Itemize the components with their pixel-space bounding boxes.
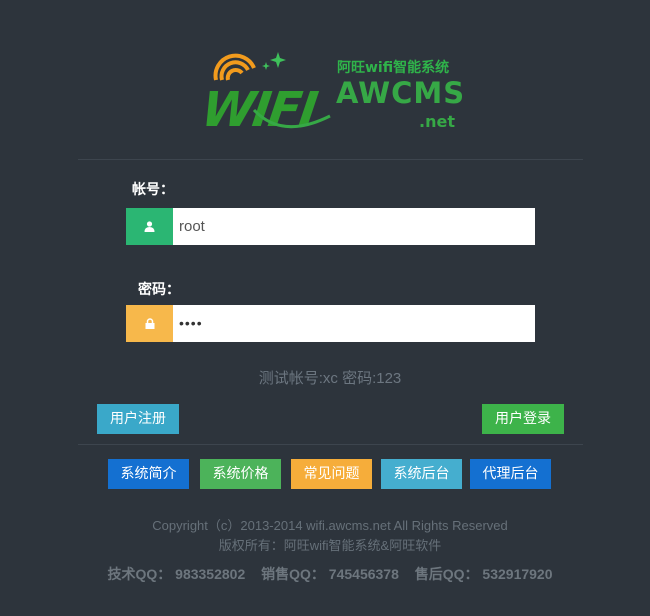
copyright-text: Copyright（c）2013-2014 wifi.awcms.net All… (152, 518, 508, 533)
support-qq: 技术QQ： 983352802 (107, 566, 246, 582)
after-sales-qq: 售后QQ： 532917920 (414, 566, 553, 582)
logo-domain: .net (419, 112, 455, 131)
username-addon (126, 208, 173, 245)
contact-line: 技术QQ： 983352802 销售QQ： 745456378 售后QQ： 53… (0, 564, 650, 584)
logo-tagline: 阿旺wifi智能系统 (337, 60, 450, 76)
nav-system-price[interactable]: 系统价格 (200, 459, 281, 489)
nav-system-intro[interactable]: 系统简介 (108, 459, 189, 489)
nav-agent-admin[interactable]: 代理后台 (470, 459, 551, 489)
username-input[interactable] (173, 208, 535, 245)
nav-faq[interactable]: 常见问题 (291, 459, 372, 489)
site-logo: WIFI 阿旺wifi智能系统 AWCMS .net (198, 48, 470, 143)
username-label: 帐号： (132, 182, 174, 198)
password-input[interactable]: •••• (173, 305, 535, 342)
nav-system-admin[interactable]: 系统后台 (381, 459, 462, 489)
sparkle-icon (262, 52, 286, 70)
logo-brand: AWCMS (336, 76, 466, 110)
logo-swoosh (252, 108, 331, 129)
wifi-signal-icon (213, 53, 256, 81)
login-button[interactable]: 用户登录 (482, 404, 564, 434)
password-input-group: •••• (126, 305, 535, 342)
password-label: 密码： (138, 282, 180, 298)
divider-bottom (78, 444, 583, 445)
sales-qq: 销售QQ： 745456378 (261, 566, 399, 582)
register-button[interactable]: 用户注册 (97, 404, 179, 434)
user-icon (144, 221, 155, 232)
lock-icon (145, 318, 154, 329)
username-input-group (126, 208, 535, 245)
owner-text: 版权所有：阿旺wifi智能系统&阿旺软件 (218, 538, 442, 553)
password-addon (126, 305, 173, 342)
divider-top (78, 159, 583, 160)
test-account-hint: 测试帐号:xc 密码:123 (258, 370, 402, 387)
